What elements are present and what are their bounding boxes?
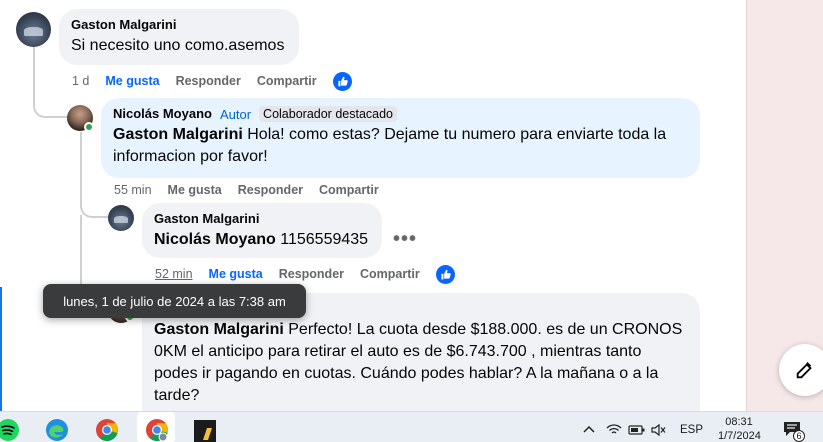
- like-button[interactable]: Me gusta: [105, 74, 159, 88]
- comment-author[interactable]: Nicolás Moyano: [113, 106, 212, 122]
- edge-icon[interactable]: [45, 418, 69, 442]
- like-reaction-icon[interactable]: [332, 71, 352, 91]
- comment-text: Gaston Malgarini Perfecto! La cuota desd…: [154, 319, 688, 407]
- comment-author[interactable]: Gaston Malgarini: [71, 17, 287, 33]
- comment-bubble: Gaston Malgarini Nicolás Moyano 11565594…: [142, 203, 382, 258]
- contributor-badge[interactable]: Colaborador destacado: [259, 106, 397, 122]
- clock[interactable]: 08:31 1/7/2024: [718, 415, 761, 442]
- comment-timestamp[interactable]: 1 d: [72, 74, 89, 88]
- chevron-up-icon[interactable]: [583, 424, 595, 434]
- window-edge-highlight: [0, 287, 2, 411]
- clock-time: 08:31: [725, 416, 753, 428]
- share-button[interactable]: Compartir: [319, 183, 379, 197]
- avatar[interactable]: [16, 12, 51, 47]
- battery-icon[interactable]: [628, 424, 646, 436]
- online-status-indicator: [84, 122, 94, 132]
- like-button[interactable]: Me gusta: [168, 183, 222, 197]
- share-button[interactable]: Compartir: [257, 74, 317, 88]
- user-mention[interactable]: Nicolás Moyano: [154, 231, 276, 248]
- timestamp-tooltip: lunes, 1 de julio de 2024 a las 7:38 am: [43, 284, 306, 318]
- language-indicator[interactable]: ESP: [680, 424, 703, 436]
- reply-button[interactable]: Responder: [176, 74, 241, 88]
- wifi-icon[interactable]: [606, 424, 622, 436]
- avatar[interactable]: [108, 205, 134, 231]
- comment-actions: 52 min Me gusta Responder Compartir: [155, 264, 455, 284]
- spotify-icon[interactable]: [0, 418, 20, 442]
- comment-text: Gaston Malgarini Hola! como estas? Dejam…: [113, 124, 688, 168]
- comment-bubble: Gaston Malgarini Si necesito uno como.as…: [59, 9, 299, 65]
- more-options-button[interactable]: •••: [393, 228, 417, 251]
- comment-actions: 55 min Me gusta Responder Compartir: [114, 181, 395, 199]
- user-mention[interactable]: Gaston Malgarini: [113, 126, 243, 143]
- comment-timestamp[interactable]: 55 min: [114, 183, 152, 197]
- clock-date: 1/7/2024: [718, 430, 761, 442]
- chrome-profile-icon[interactable]: [145, 418, 169, 442]
- comment-text: Nicolás Moyano 1156559435: [154, 229, 370, 251]
- edit-icon: [796, 362, 812, 379]
- reply-button[interactable]: Responder: [279, 267, 344, 281]
- user-mention[interactable]: Gaston Malgarini: [154, 321, 284, 338]
- reply-button[interactable]: Responder: [238, 183, 303, 197]
- comment-text: Si necesito uno como.asemos: [71, 37, 285, 54]
- comment-author[interactable]: Gaston Malgarini: [154, 211, 370, 227]
- taskbar: ESP 08:31 1/7/2024 6: [0, 411, 823, 442]
- author-role-label: Autor: [219, 106, 252, 122]
- comment-actions: 1 d Me gusta Responder Compartir: [72, 71, 352, 91]
- comment-body: 1156559435: [275, 231, 369, 248]
- comment-bubble: Nicolás Moyano Autor Colaborador destaca…: [101, 98, 700, 178]
- like-reaction-icon[interactable]: [435, 264, 455, 284]
- speaker-muted-icon[interactable]: [651, 423, 667, 437]
- chrome-icon[interactable]: [95, 418, 119, 442]
- app-icon[interactable]: [193, 419, 217, 442]
- share-button[interactable]: Compartir: [360, 267, 420, 281]
- like-button[interactable]: Me gusta: [209, 267, 263, 281]
- new-message-button[interactable]: [779, 344, 823, 396]
- comment-timestamp[interactable]: 52 min: [155, 267, 193, 281]
- notification-count-badge: 6: [793, 430, 805, 442]
